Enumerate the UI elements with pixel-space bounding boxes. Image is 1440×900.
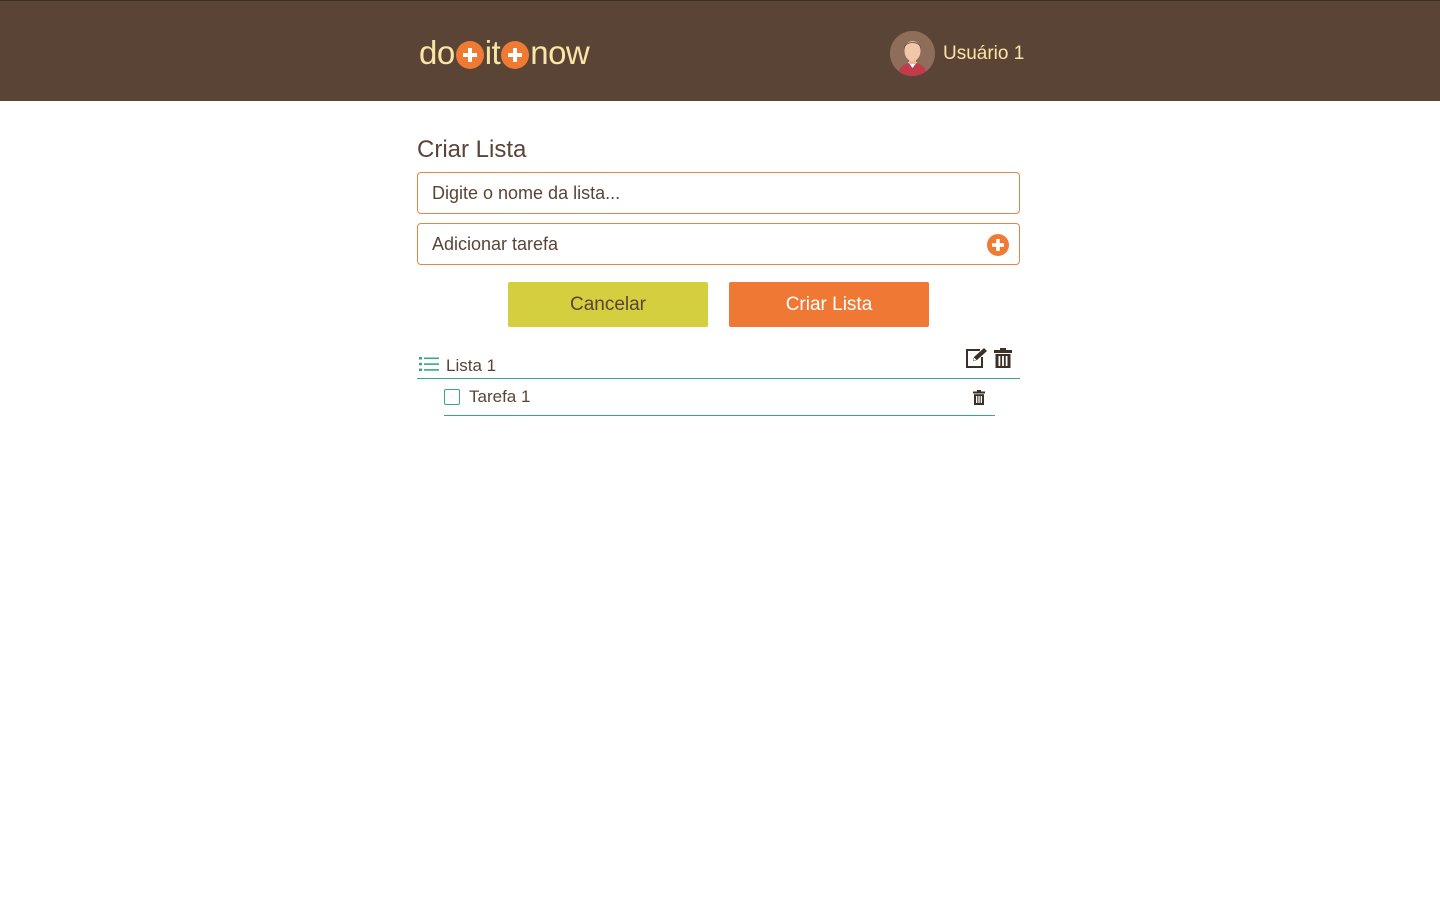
- list-actions: [964, 347, 1012, 369]
- app-logo[interactable]: do it now: [419, 33, 590, 73]
- task-checkbox[interactable]: [444, 389, 460, 405]
- plus-circle-icon: [501, 41, 530, 69]
- task-title[interactable]: Tarefa 1: [469, 387, 530, 407]
- edit-icon[interactable]: [964, 347, 988, 369]
- cancel-button[interactable]: Cancelar: [508, 282, 708, 327]
- list-name-input[interactable]: [432, 182, 1005, 204]
- list-name-field[interactable]: [417, 172, 1020, 214]
- trash-icon[interactable]: [973, 390, 985, 410]
- logo-text-now: now: [530, 34, 590, 71]
- app-header: do it now Usuário 1: [0, 0, 1440, 101]
- user-menu[interactable]: Usuário 1: [890, 31, 1024, 76]
- list-item[interactable]: Lista 1: [417, 347, 1020, 379]
- create-list-button[interactable]: Criar Lista: [729, 282, 929, 327]
- trash-icon[interactable]: [994, 347, 1012, 369]
- user-name[interactable]: Usuário 1: [943, 43, 1024, 65]
- page-title: Criar Lista: [417, 136, 527, 163]
- list-icon: [418, 355, 440, 373]
- main-content: Criar Lista Cancelar Criar Lista Lista 1: [417, 136, 1020, 416]
- logo-text-it: it: [484, 34, 501, 71]
- plus-circle-icon: [455, 41, 484, 69]
- logo-text-do: do: [419, 34, 455, 71]
- list-title[interactable]: Lista 1: [446, 352, 496, 376]
- add-task-icon[interactable]: [987, 234, 1009, 256]
- task-item[interactable]: Tarefa 1: [444, 379, 995, 416]
- form-actions: Cancelar Criar Lista: [417, 282, 1020, 327]
- add-task-field[interactable]: [417, 223, 1020, 265]
- avatar[interactable]: [890, 31, 935, 76]
- add-task-input[interactable]: [432, 233, 1005, 255]
